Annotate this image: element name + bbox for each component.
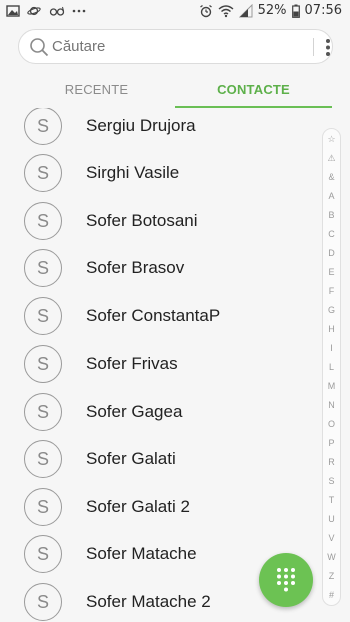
avatar[interactable]: S [24,535,62,573]
avatar[interactable]: S [24,108,62,145]
index-entry[interactable]: R [323,456,340,468]
search-divider [313,38,314,56]
battery-percent: 52% [257,3,287,18]
index-entry[interactable]: D [323,247,340,259]
contact-name: Sofer Frivas [86,354,178,373]
avatar[interactable]: S [24,345,62,383]
avatar[interactable]: S [24,488,62,526]
search-bar[interactable] [18,29,333,64]
signal-icon [238,3,253,17]
avatar[interactable]: S [24,202,62,240]
avatar[interactable]: S [24,440,62,478]
list-item[interactable]: S Sergiu Drujora [0,108,320,150]
index-entry[interactable]: U [323,513,340,525]
avatar[interactable]: S [24,583,62,621]
index-entry[interactable]: & [323,171,340,183]
index-warning[interactable]: ⚠ [323,152,340,164]
index-entry[interactable]: L [323,361,340,373]
index-entry[interactable]: M [323,380,340,392]
index-entry[interactable]: T [323,494,340,506]
contact-name: Sofer Galati [86,449,176,468]
index-entry[interactable]: F [323,285,340,297]
contacts-list[interactable]: S Sergiu Drujora S Sirghi Vasile S Sofer… [0,108,350,622]
index-entry[interactable]: S [323,475,340,487]
search-icon [30,38,49,57]
wifi-icon [218,4,234,17]
glasses-icon [49,6,65,16]
index-entry[interactable]: O [323,418,340,430]
contact-name: Sofer Galati 2 [86,497,190,516]
index-favorites[interactable]: ☆ [323,133,340,145]
index-entry[interactable]: P [323,437,340,449]
more-options-icon[interactable] [325,38,331,57]
dialpad-icon [277,568,295,592]
list-item[interactable]: S Sofer Brasov [0,244,320,292]
clock: 07:56 [304,3,342,18]
contact-name: Sergiu Drujora [86,116,196,135]
index-entry[interactable]: B [323,209,340,221]
alphabet-index-scroller[interactable]: ☆ ⚠ & A B C D E F G H I L M N O P R S T … [322,128,341,606]
list-item[interactable]: S Sofer Gagea [0,388,320,436]
battery-icon [291,4,300,18]
alarm-icon [199,4,212,17]
avatar[interactable]: S [24,154,62,192]
status-bar: 52% 07:56 [0,0,350,24]
more-dots-icon [72,9,86,13]
tab-contacte[interactable]: CONTACTE [175,74,332,108]
index-entry[interactable]: # [323,589,340,601]
avatar[interactable]: S [24,393,62,431]
index-entry[interactable]: C [323,228,340,240]
list-item[interactable]: S Sofer Galati 2 [0,483,320,531]
index-entry[interactable]: H [323,323,340,335]
list-item[interactable]: S Sofer Botosani [0,197,320,245]
tab-bar: RECENTE CONTACTE [18,74,333,108]
index-entry[interactable]: N [323,399,340,411]
contact-name: Sofer Gagea [86,402,183,421]
list-item[interactable]: S Sofer Galati [0,435,320,483]
index-entry[interactable]: E [323,266,340,278]
contact-name: Sofer Matache 2 [86,592,211,611]
list-item[interactable]: S Sofer ConstantaP [0,292,320,340]
index-entry[interactable]: I [323,342,340,354]
contact-name: Sirghi Vasile [86,163,180,182]
index-entry[interactable]: V [323,532,340,544]
gallery-icon [6,5,20,17]
contact-name: Sofer ConstantaP [86,306,221,325]
status-bar-right: 52% 07:56 [199,3,342,18]
saturn-icon [27,6,41,16]
contact-name: Sofer Botosani [86,211,198,230]
status-bar-left [6,4,86,18]
contact-name: Sofer Matache [86,544,197,563]
avatar[interactable]: S [24,249,62,287]
index-entry[interactable]: W [323,551,340,563]
search-input[interactable] [52,38,302,55]
dialpad-button[interactable] [259,553,313,607]
list-item[interactable]: S Sofer Frivas [0,340,320,388]
index-entry[interactable]: Z [323,570,340,582]
list-item[interactable]: S Sirghi Vasile [0,149,320,197]
contact-name: Sofer Brasov [86,258,185,277]
index-entry[interactable]: A [323,190,340,202]
index-entry[interactable]: G [323,304,340,316]
avatar[interactable]: S [24,297,62,335]
tab-recente[interactable]: RECENTE [18,74,175,108]
